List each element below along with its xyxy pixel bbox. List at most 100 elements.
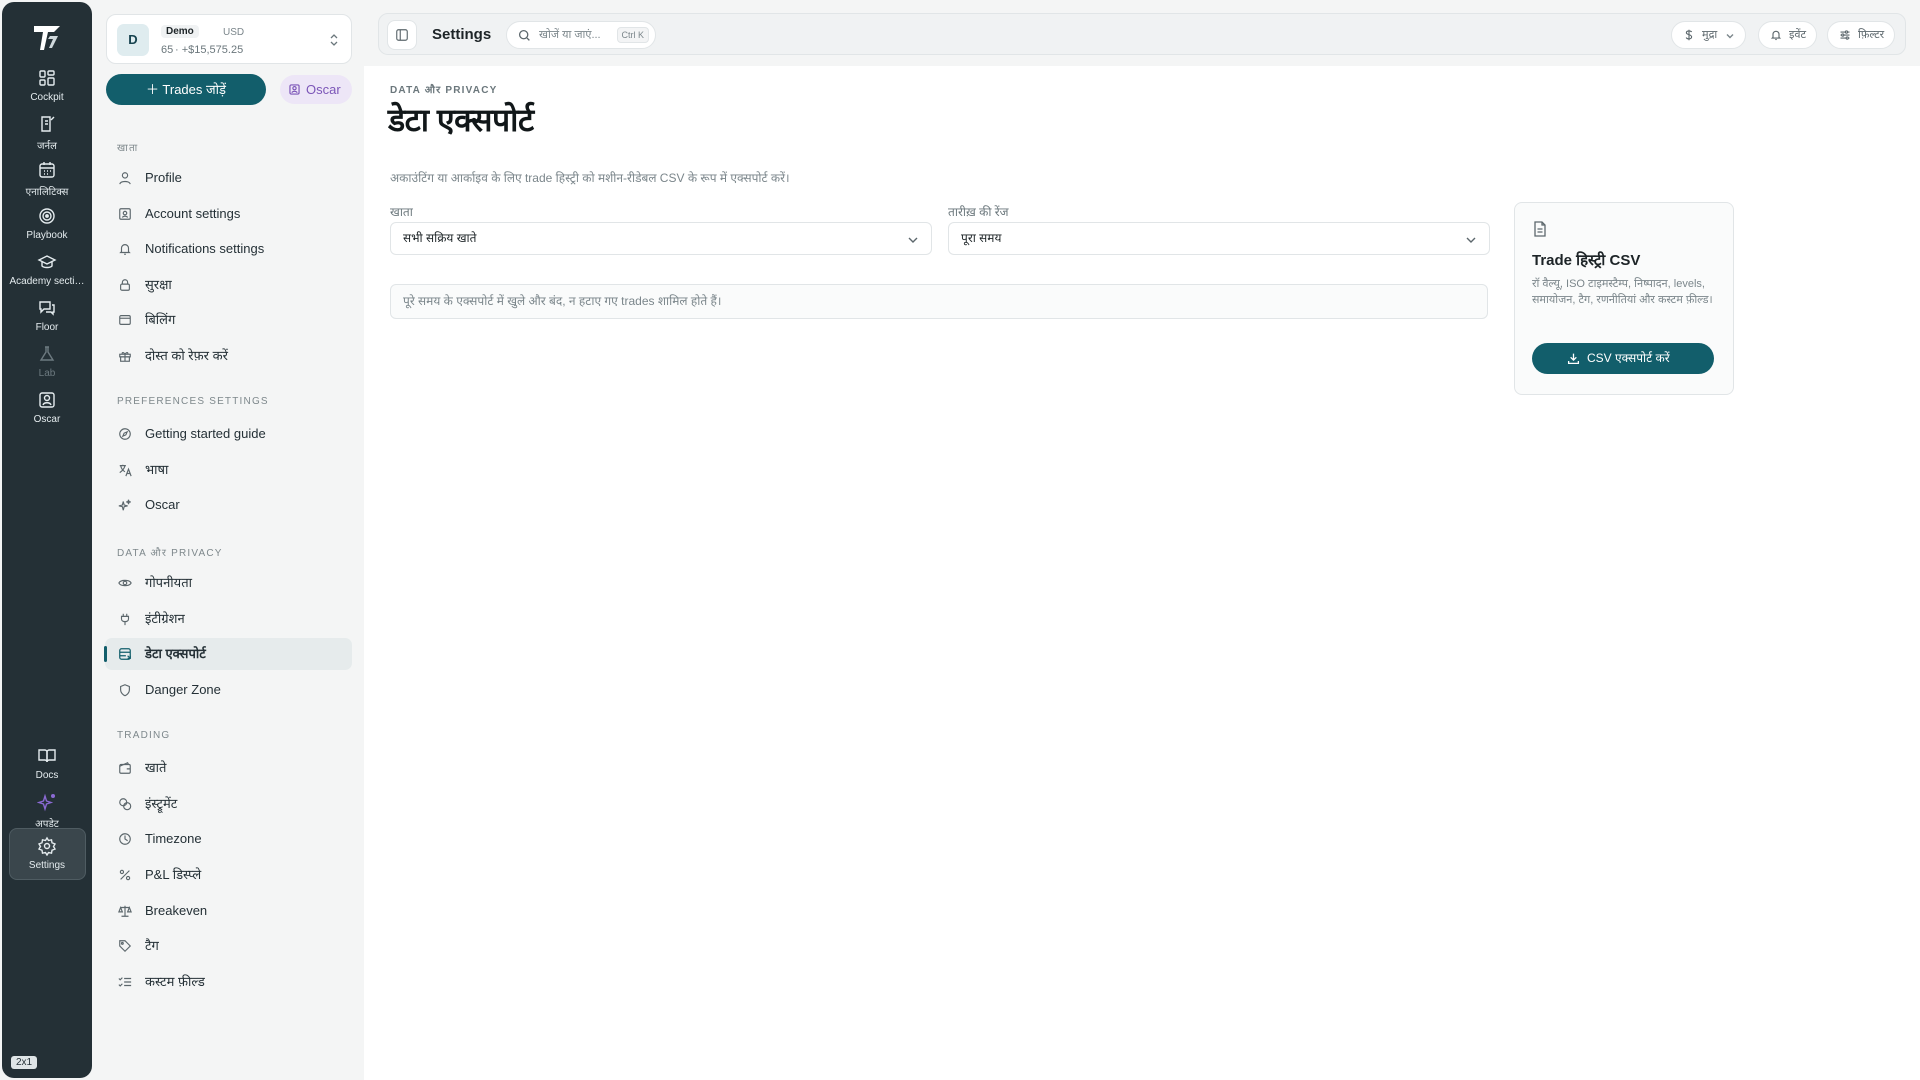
main-panel: DATA और PRIVACY डेटा एक्सपोर्ट अकाउंटिंग…: [364, 66, 1920, 1080]
export-note: पूरे समय के एक्सपोर्ट में खुले और बंद, न…: [390, 284, 1488, 319]
target-icon: [39, 208, 55, 224]
nav-item-notifications[interactable]: Notifications settings: [105, 233, 352, 265]
rail-label: Settings: [28, 860, 66, 871]
sidebar-toggle-button[interactable]: [387, 20, 417, 50]
rail-item-oscar[interactable]: Oscar: [2, 390, 92, 425]
nav-label: खाते: [145, 760, 167, 775]
rail-item-academy[interactable]: Academy secti…: [2, 252, 92, 287]
nav-item-account-settings[interactable]: Account settings: [105, 198, 352, 230]
nav-label: इंस्ट्रूमेंट: [145, 796, 178, 811]
rail-item-floor[interactable]: Floor: [2, 298, 92, 333]
export-csv-label: CSV एक्सपोर्ट करें: [1587, 351, 1670, 365]
nav-label: गोपनीयता: [145, 575, 192, 590]
search-input[interactable]: खोजें या जाएं... Ctrl K: [506, 21, 656, 49]
chat-icon: [39, 301, 55, 316]
book-icon: [38, 749, 56, 763]
account-currency: USD: [223, 27, 245, 38]
nav-item-getting-started[interactable]: Getting started guide: [105, 418, 352, 450]
filter-button[interactable]: फ़िल्टर: [1827, 21, 1896, 49]
nav-item-danger-zone[interactable]: Danger Zone: [105, 674, 352, 706]
nav-item-custom-fields[interactable]: कस्टम फ़ील्ड: [105, 966, 352, 998]
sliders-icon: [1840, 30, 1850, 40]
section-title-data-privacy: DATA और PRIVACY: [117, 548, 223, 559]
coins-icon: [119, 798, 132, 811]
events-button[interactable]: इवेंट: [1758, 21, 1818, 49]
wallet-icon: [119, 762, 131, 774]
nav-label: Timezone: [145, 831, 202, 846]
rail-label: Lab: [38, 368, 56, 379]
nav-item-refer[interactable]: दोस्त को रेफ़र करें: [105, 340, 352, 372]
nav-item-instruments[interactable]: इंस्ट्रूमेंट: [105, 788, 352, 820]
rail-label: Academy secti…: [9, 276, 85, 287]
page-heading: डेटा एक्सपोर्ट: [388, 102, 534, 138]
rail-label: Playbook: [26, 230, 68, 241]
rail-item-journal[interactable]: जर्नल: [2, 114, 92, 152]
date-range-select[interactable]: पूरा समय: [948, 222, 1490, 255]
date-range-select-value: पूरा समय: [961, 231, 1002, 245]
credit-card-icon: [119, 315, 131, 325]
rail-item-cockpit[interactable]: Cockpit: [2, 68, 92, 103]
settings-sidebar: D Demo USD 65 · +$15,575.25 ＋ Trades जोड…: [92, 0, 364, 1080]
rail-item-playbook[interactable]: Playbook: [2, 206, 92, 241]
clock-icon: [119, 833, 131, 845]
plug-icon: [120, 613, 130, 626]
chevron-updown-icon: [330, 34, 338, 46]
compass-icon: [119, 428, 131, 440]
app-logo-icon[interactable]: [30, 20, 64, 54]
checklist-icon: [118, 977, 132, 987]
nav-item-data-export[interactable]: डेटा एक्सपोर्ट: [104, 638, 352, 670]
shield-icon: [120, 684, 130, 697]
rail-item-analytics[interactable]: एनालिटिक्स: [2, 160, 92, 198]
nav-item-privacy[interactable]: गोपनीयता: [105, 567, 352, 599]
gift-icon: [119, 352, 131, 362]
nav-item-billing[interactable]: बिलिंग: [105, 304, 352, 336]
export-card: Trade हिस्ट्री CSV रॉ वैल्यू, ISO टाइमस्…: [1514, 202, 1734, 395]
page-description: अकाउंटिंग या आर्काइव के लिए trade हिस्ट्…: [390, 171, 790, 185]
rail-item-docs[interactable]: Docs: [2, 746, 92, 781]
nav-label: दोस्त को रेफ़र करें: [145, 348, 228, 363]
currency-dropdown[interactable]: मुद्रा: [1671, 21, 1747, 49]
nav-item-integrations[interactable]: इंटीग्रेशन: [105, 603, 352, 635]
nav-label: Danger Zone: [145, 682, 221, 697]
rail-item-updates[interactable]: अपडेट: [2, 792, 92, 830]
oscar-label: Oscar: [306, 82, 341, 97]
top-bar: Settings खोजें या जाएं... Ctrl K मुद्रा …: [378, 13, 1906, 55]
add-trades-label: Trades जोड़ें: [162, 82, 226, 97]
nav-label: इंटीग्रेशन: [145, 611, 185, 626]
nav-item-breakeven[interactable]: Breakeven: [105, 895, 352, 927]
nav-item-accounts[interactable]: खाते: [105, 752, 352, 784]
oscar-button[interactable]: Oscar: [280, 75, 352, 104]
rail-item-lab[interactable]: Lab: [2, 344, 92, 379]
export-card-title: Trade हिस्ट्री CSV: [1532, 252, 1641, 269]
percent-icon: [119, 869, 131, 881]
events-label: इवेंट: [1789, 29, 1807, 41]
add-trades-button[interactable]: ＋ Trades जोड़ें: [106, 74, 266, 105]
graduation-cap-icon: [37, 255, 57, 269]
chevron-down-icon: [1726, 34, 1734, 39]
section-title-trading: TRADING: [117, 730, 171, 741]
calendar-icon: [39, 162, 55, 178]
export-csv-button[interactable]: CSV एक्सपोर्ट करें: [1532, 343, 1714, 374]
avatar: D: [117, 24, 149, 56]
account-switcher[interactable]: D Demo USD 65 · +$15,575.25: [106, 14, 352, 64]
nav-item-oscar[interactable]: Oscar: [105, 489, 352, 521]
rail-label: Cockpit: [30, 92, 64, 103]
rail-item-settings[interactable]: Settings: [2, 836, 92, 871]
journal-icon: [41, 116, 55, 132]
account-select[interactable]: सभी सक्रिय खाते: [390, 222, 932, 255]
nav-item-timezone[interactable]: Timezone: [105, 823, 352, 855]
tag-icon: [119, 940, 132, 953]
rail-label: जर्नल: [37, 141, 57, 152]
nav-label: Oscar: [145, 497, 180, 512]
nav-label: भाषा: [145, 462, 169, 477]
nav-label: P&L डिस्प्ले: [145, 867, 202, 882]
nav-item-security[interactable]: सुरक्षा: [105, 269, 352, 301]
nav-item-tags[interactable]: टैग: [105, 930, 352, 962]
sparkles-icon: [118, 499, 131, 511]
chevron-down-icon: [908, 237, 918, 243]
nav-item-profile[interactable]: Profile: [105, 162, 352, 194]
nav-item-pnl-display[interactable]: P&L डिस्प्ले: [105, 859, 352, 891]
nav-label: Profile: [145, 170, 182, 185]
nav-label: Account settings: [145, 206, 241, 221]
nav-item-language[interactable]: भाषा: [105, 454, 352, 486]
